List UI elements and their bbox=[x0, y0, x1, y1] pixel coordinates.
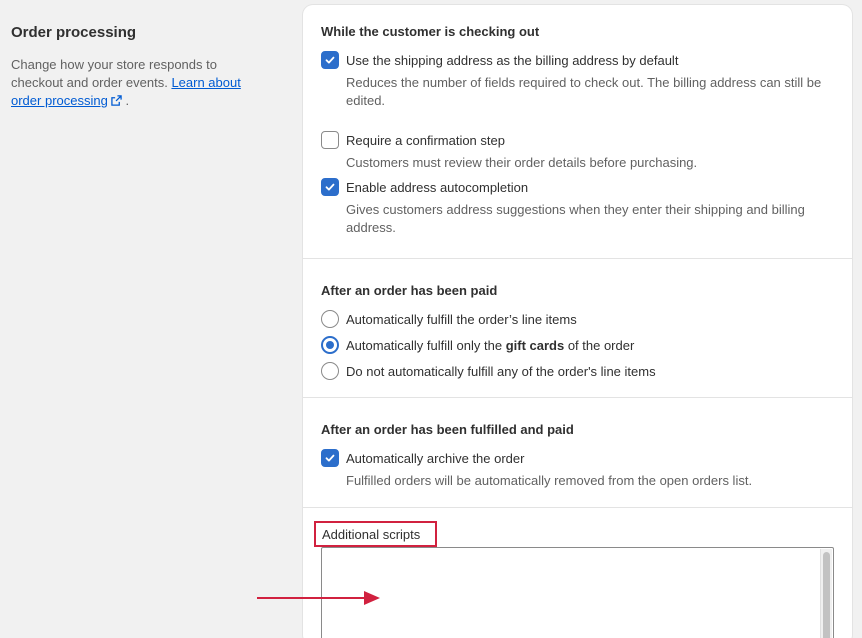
checkout-heading: While the customer is checking out bbox=[321, 24, 540, 39]
shipping-as-billing-help: Reduces the number of fields required to… bbox=[346, 75, 822, 108]
address-autocompletion-checkbox[interactable] bbox=[321, 178, 339, 196]
paid-section: After an order has been paid Automatical… bbox=[303, 259, 852, 398]
textarea-scrollbar[interactable] bbox=[820, 549, 832, 638]
shipping-as-billing-checkbox[interactable] bbox=[321, 51, 339, 69]
section-info: Order processing Change how your store r… bbox=[11, 24, 261, 111]
address-autocompletion-help: Gives customers address suggestions when… bbox=[346, 202, 805, 235]
archive-order-help: Fulfilled orders will be automatically r… bbox=[346, 473, 753, 488]
fulfilled-section: After an order has been fulfilled and pa… bbox=[303, 398, 852, 508]
no-auto-fulfill-radio[interactable] bbox=[321, 362, 339, 380]
confirmation-step-help: Customers must review their order detail… bbox=[346, 155, 698, 170]
textarea-scrollbar-thumb[interactable] bbox=[823, 552, 830, 638]
checkmark-icon bbox=[325, 56, 335, 64]
additional-scripts-label: Additional scripts bbox=[314, 521, 437, 547]
fulfill-gift-cards-bold: gift cards bbox=[505, 337, 565, 353]
checkout-section: While the customer is checking out Use t… bbox=[303, 5, 852, 259]
fulfill-all-radio[interactable] bbox=[321, 310, 339, 328]
fulfill-all-label[interactable]: Automatically fulfill the order’s line i… bbox=[346, 312, 577, 327]
fulfill-gift-cards-suffix: of the order bbox=[564, 337, 635, 353]
option-no-auto-fulfill: Do not automatically fulfill any of the … bbox=[321, 362, 831, 380]
archive-order-checkbox[interactable] bbox=[321, 449, 339, 467]
settings-card: While the customer is checking out Use t… bbox=[303, 5, 852, 638]
external-link-icon bbox=[111, 93, 122, 111]
additional-scripts-textarea[interactable] bbox=[321, 547, 834, 638]
fulfilled-heading: After an order has been fulfilled and pa… bbox=[321, 422, 574, 437]
fulfill-gift-cards-prefix: Automatically fulfill only the bbox=[346, 337, 506, 353]
option-address-autocompletion: Enable address autocompletion Gives cust… bbox=[321, 178, 831, 237]
checkmark-icon bbox=[325, 183, 335, 191]
fulfill-gift-cards-label[interactable]: Automatically fulfill only the gift card… bbox=[346, 338, 634, 353]
address-autocompletion-label[interactable]: Enable address autocompletion bbox=[346, 180, 528, 195]
confirmation-step-label[interactable]: Require a confirmation step bbox=[346, 133, 505, 148]
section-title: Order processing bbox=[11, 24, 137, 41]
no-auto-fulfill-label[interactable]: Do not automatically fulfill any of the … bbox=[346, 364, 656, 379]
option-fulfill-all: Automatically fulfill the order’s line i… bbox=[321, 310, 831, 328]
description-suffix: . bbox=[121, 93, 130, 108]
checkmark-icon bbox=[325, 454, 335, 462]
option-archive-order: Automatically archive the order Fulfille… bbox=[321, 449, 831, 490]
option-confirmation-step: Require a confirmation step Customers mu… bbox=[321, 131, 831, 172]
paid-heading: After an order has been paid bbox=[321, 283, 498, 298]
section-description: Change how your store responds to checko… bbox=[11, 56, 261, 111]
radio-dot bbox=[326, 341, 334, 349]
option-fulfill-gift-cards: Automatically fulfill only the gift card… bbox=[321, 336, 831, 354]
archive-order-label[interactable]: Automatically archive the order bbox=[346, 451, 524, 466]
option-shipping-as-billing: Use the shipping address as the billing … bbox=[321, 51, 831, 110]
shipping-as-billing-label[interactable]: Use the shipping address as the billing … bbox=[346, 53, 678, 68]
arrow-right-icon bbox=[256, 588, 382, 613]
confirmation-step-checkbox[interactable] bbox=[321, 131, 339, 149]
additional-scripts-label-text: Additional scripts bbox=[322, 526, 421, 542]
fulfill-gift-cards-radio[interactable] bbox=[321, 336, 339, 354]
